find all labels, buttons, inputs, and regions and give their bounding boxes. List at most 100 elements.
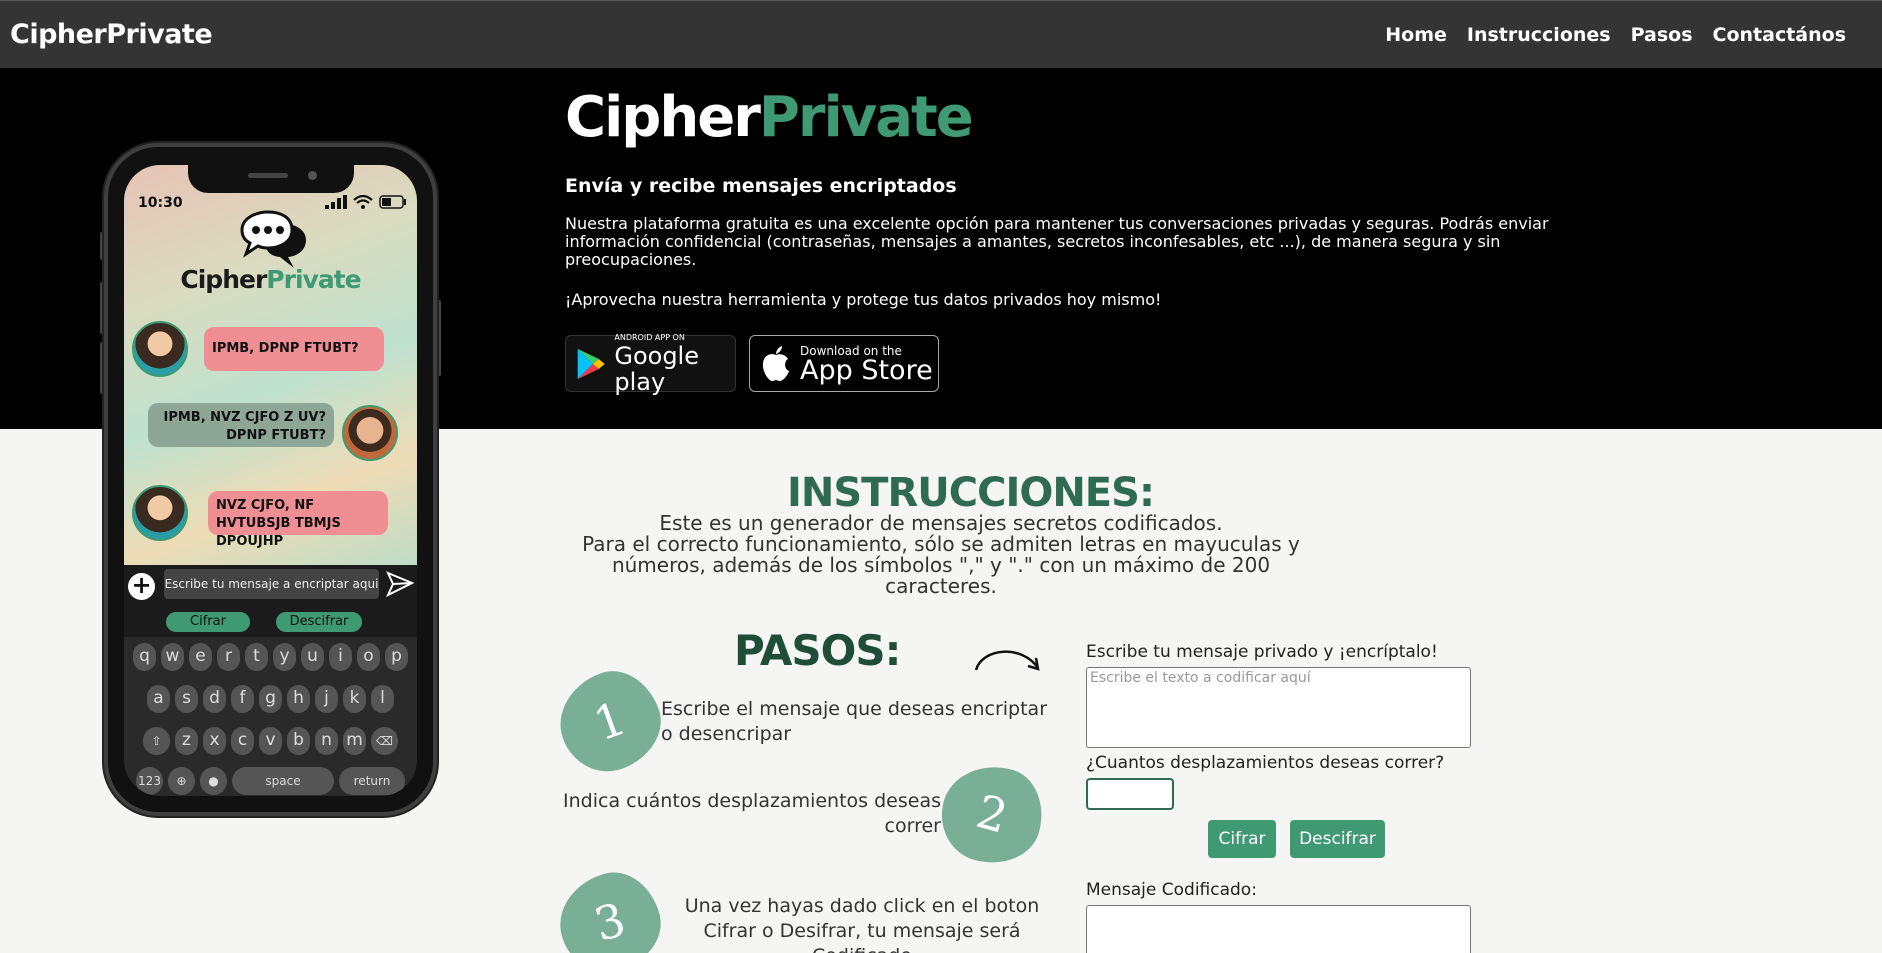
chat-bubbles-icon — [240, 210, 306, 268]
key[interactable]: v — [259, 727, 282, 755]
wifi-icon — [353, 195, 373, 209]
plus-icon[interactable]: + — [128, 573, 155, 600]
key[interactable]: m — [343, 727, 366, 755]
backspace-key-icon[interactable]: ⌫ — [371, 727, 398, 755]
phone-descifrar-button[interactable]: Descifrar — [276, 612, 362, 632]
phone-time: 10:30 — [138, 195, 183, 211]
key[interactable]: x — [203, 727, 226, 755]
key[interactable]: b — [287, 727, 310, 755]
avatar-man — [342, 405, 398, 461]
key[interactable]: k — [343, 685, 366, 713]
nav-links: Home Instrucciones Pasos Contactános — [1385, 24, 1846, 46]
key[interactable]: a — [147, 685, 170, 713]
instrucciones-text: Este es un generador de mensajes secreto… — [580, 513, 1302, 597]
phone-message-input[interactable]: Escribe tu mensaje a encriptar aqui — [164, 569, 379, 599]
nav-link-home[interactable]: Home — [1385, 24, 1447, 46]
phone-input-row: + Escribe tu mensaje a encriptar aqui — [124, 565, 417, 603]
keyboard-row-2: a s d f g h j k l — [124, 685, 417, 713]
descifrar-button[interactable]: Descifrar — [1290, 820, 1385, 858]
hero-title: Envía y recibe mensajes encriptados — [565, 175, 957, 197]
space-key[interactable]: space — [232, 767, 334, 795]
phone-status-icons — [325, 195, 407, 209]
brand-logo[interactable]: CipherPrivate — [10, 19, 213, 50]
key[interactable]: h — [287, 685, 310, 713]
shift-input[interactable] — [1086, 778, 1174, 810]
phone-cifrar-button[interactable]: Cifrar — [166, 612, 250, 632]
pasos-title: PASOS: — [734, 626, 901, 675]
shift-label: ¿Cuantos desplazamientos deseas correr? — [1086, 753, 1445, 773]
battery-icon — [379, 195, 406, 209]
avatar-girl — [132, 321, 188, 377]
hero-cta-text: ¡Aprovecha nuestra herramienta y protege… — [565, 290, 1162, 309]
navbar: CipherPrivate Home Instrucciones Pasos C… — [0, 0, 1882, 68]
google-play-button[interactable]: ANDROID APP ON Google play — [565, 333, 736, 396]
message-textarea[interactable]: Escribe el texto a codificar aquí — [1086, 667, 1471, 748]
curved-arrow-icon — [974, 650, 1040, 671]
phone-logo-cipher: Cipher — [180, 265, 267, 294]
phone-screen: 10:30 CipherPrivate IPMB, DPNP FTUBT? IP… — [124, 165, 417, 796]
step-2-text: Indica cuántos desplazamientos deseas co… — [563, 790, 941, 837]
key[interactable]: w — [161, 643, 184, 671]
key[interactable]: j — [315, 685, 338, 713]
phone-actions: Cifrar Descifrar — [124, 607, 417, 637]
instrucciones-title: INSTRUCCIONES: — [787, 470, 1155, 516]
step-3-text: Una vez hayas dado click en el boton Cif… — [684, 895, 1040, 953]
message-label: Escribe tu mensaje privado y ¡encríptalo… — [1086, 642, 1438, 662]
google-play-big-text: Google play — [614, 341, 699, 396]
key[interactable]: e — [189, 643, 212, 671]
hero-description: Nuestra plataforma gratuita es una excel… — [565, 214, 1549, 269]
chat-message-3: NVZ CJFO, NF HVTUBSJB TBMJS DPOUJHP — [208, 491, 388, 549]
key[interactable]: p — [385, 643, 408, 671]
app-store-big-text: App Store — [800, 354, 933, 386]
step-1-text: Escribe el mensaje que deseas encriptar … — [661, 698, 1048, 745]
phone-notch — [188, 165, 354, 193]
microphone-key-icon[interactable]: ● — [200, 767, 227, 795]
return-key[interactable]: return — [339, 767, 405, 795]
instrucciones-line-2: Para el correcto funcionamiento, sólo se… — [582, 532, 1300, 598]
signal-icon — [325, 195, 347, 209]
cifrar-button[interactable]: Cifrar — [1208, 820, 1276, 858]
chat-message-2: IPMB, NVZ CJFO Z UV? DPNP FTUBT? — [148, 403, 334, 447]
output-label: Mensaje Codificado: — [1086, 880, 1257, 900]
step-2-badge: 2 — [931, 754, 1053, 875]
step-1-badge: 1 — [546, 658, 674, 785]
nav-link-instrucciones[interactable]: Instrucciones — [1467, 24, 1611, 46]
keyboard-row-4: 123 ⊕ ● space return — [124, 767, 417, 795]
hero-logo-private: Private — [758, 85, 974, 150]
key[interactable]: r — [217, 643, 240, 671]
key[interactable]: f — [231, 685, 254, 713]
chat-message-1: IPMB, DPNP FTUBT? — [204, 327, 384, 371]
keyboard-row-3: ⇧ z x c v b n m ⌫ — [124, 727, 417, 755]
phone-logo: CipherPrivate — [124, 265, 417, 294]
google-play-icon — [577, 348, 605, 379]
nav-link-pasos[interactable]: Pasos — [1631, 24, 1693, 46]
key[interactable]: o — [357, 643, 380, 671]
key[interactable]: c — [231, 727, 254, 755]
hero-logo: CipherPrivate — [565, 85, 974, 150]
step-3-badge: 3 — [549, 862, 671, 953]
key[interactable]: i — [329, 643, 352, 671]
key[interactable]: g — [259, 685, 282, 713]
avatar-girl — [132, 485, 188, 541]
key[interactable]: z — [175, 727, 198, 755]
keyboard-row-1: q w e r t y u i o p — [124, 643, 417, 671]
phone-camera — [308, 171, 317, 180]
output-textarea[interactable] — [1086, 905, 1471, 953]
key[interactable]: n — [315, 727, 338, 755]
key[interactable]: t — [245, 643, 268, 671]
shift-key-icon[interactable]: ⇧ — [143, 727, 170, 755]
key[interactable]: d — [203, 685, 226, 713]
send-icon[interactable] — [386, 571, 414, 597]
numbers-key[interactable]: 123 — [136, 767, 163, 795]
phone-mockup: 10:30 CipherPrivate IPMB, DPNP FTUBT? IP… — [104, 143, 437, 816]
key[interactable]: u — [301, 643, 324, 671]
globe-key-icon[interactable]: ⊕ — [168, 767, 195, 795]
key[interactable]: y — [273, 643, 296, 671]
apple-icon — [762, 345, 789, 381]
nav-link-contactanos[interactable]: Contactános — [1713, 24, 1846, 46]
key[interactable]: s — [175, 685, 198, 713]
key[interactable]: q — [133, 643, 156, 671]
phone-speaker — [248, 173, 288, 178]
key[interactable]: l — [371, 685, 394, 713]
app-store-button[interactable]: Download on the App Store — [749, 335, 939, 392]
